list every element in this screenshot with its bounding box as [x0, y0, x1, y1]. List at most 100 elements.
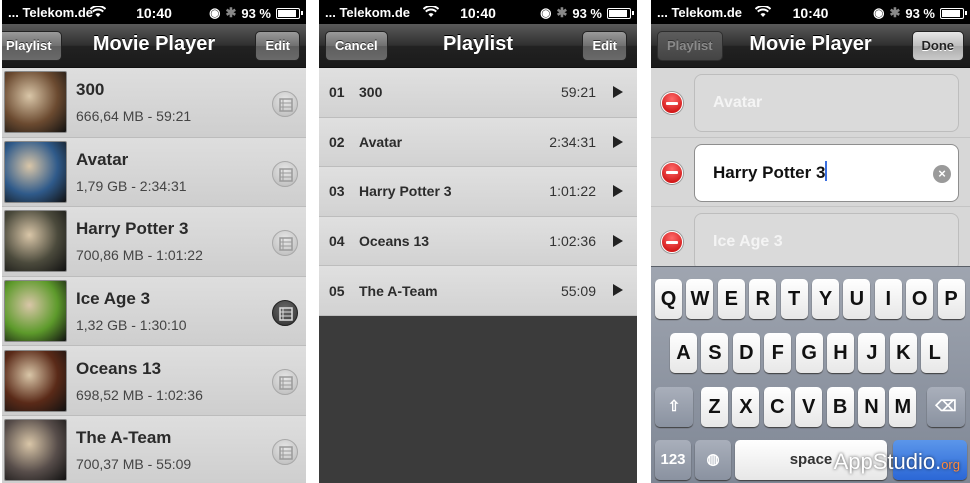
edit-button[interactable]: Edit: [255, 31, 300, 61]
key-l[interactable]: L: [921, 333, 949, 373]
playlist-row[interactable]: 03 Harry Potter 3 1:01:22: [319, 167, 637, 217]
status-bar: ... Telekom.de 10:40 ◉ ✱ 93 %: [319, 0, 637, 24]
play-icon[interactable]: [613, 284, 623, 297]
key-q[interactable]: Q: [655, 279, 682, 319]
movie-thumbnail: [4, 140, 67, 203]
play-icon[interactable]: [613, 185, 623, 198]
clear-icon[interactable]: ×: [933, 164, 951, 183]
movie-row[interactable]: The A-Team 700,37 MB - 55:09: [2, 415, 306, 483]
movie-row[interactable]: 300 666,64 MB - 59:21: [2, 68, 306, 138]
movie-list: 300 666,64 MB - 59:21 Avatar 1,79 GB - 2:34…: [2, 68, 306, 483]
playlist-row[interactable]: 04 Oceans 13 1:02:36: [319, 216, 637, 267]
key-c[interactable]: C: [763, 387, 791, 427]
movie-meta: 1,79 GB - 2:34:31: [76, 177, 187, 194]
key-t[interactable]: T: [780, 279, 808, 319]
movie-meta: 666,64 MB - 59:21: [76, 108, 192, 125]
key-f[interactable]: F: [764, 333, 792, 373]
watermark: AppStudio.org: [833, 449, 960, 474]
movie-row[interactable]: Ice Age 3 1,32 GB - 1:30:10: [2, 276, 306, 347]
playlist-duration: 2:34:31: [549, 133, 596, 150]
movie-thumbnail: [4, 280, 67, 343]
movie-title: Oceans 13: [76, 358, 162, 378]
add-to-playlist-icon[interactable]: [272, 160, 298, 187]
playlist-row[interactable]: 05 The A-Team 55:09: [319, 266, 637, 316]
movie-row[interactable]: Avatar 1,79 GB - 2:34:31: [2, 137, 306, 208]
lock-rotation-icon: ◉: [209, 5, 221, 20]
key-z[interactable]: Z: [701, 387, 728, 427]
backspace-key[interactable]: ⌫: [927, 387, 965, 427]
key-v[interactable]: V: [795, 387, 823, 427]
shift-key[interactable]: ⇧: [655, 387, 693, 427]
title-input[interactable]: Ice Age 3: [694, 213, 959, 272]
movie-title: Avatar: [76, 149, 129, 169]
key-w[interactable]: W: [686, 279, 714, 319]
key-y[interactable]: Y: [812, 279, 839, 319]
delete-icon[interactable]: [661, 92, 683, 114]
movie-row[interactable]: Oceans 13 698,52 MB - 1:02:36: [2, 346, 306, 416]
edit-row: Avatar: [651, 68, 970, 138]
carrier-label: ... Telekom.de: [325, 5, 411, 20]
navigation-bar: Cancel Playlist Edit: [319, 24, 637, 68]
keyboard: space ◍ 123 ⌫ M N B V C X Z ⇧ L K J H G F D S A P O I U Y T R E W Q Ap…: [651, 266, 970, 483]
movie-title: The A-Team: [76, 428, 172, 448]
add-to-playlist-icon[interactable]: [272, 230, 298, 257]
key-h[interactable]: H: [827, 333, 854, 373]
key-g[interactable]: G: [795, 333, 823, 373]
add-to-playlist-icon[interactable]: [272, 369, 298, 396]
playlist-row[interactable]: 01 300 59:21: [319, 68, 637, 118]
add-to-playlist-icon[interactable]: [272, 299, 298, 326]
play-icon[interactable]: [613, 234, 623, 247]
movie-thumbnail: [4, 71, 67, 134]
playlist-screen: ... Telekom.de 10:40 ◉ ✱ 93 % Cancel Pla…: [319, 0, 637, 483]
battery-percent: 93 %: [905, 5, 935, 21]
numbers-key[interactable]: 123: [655, 440, 691, 480]
key-d[interactable]: D: [732, 333, 760, 373]
playlist-title: Oceans 13: [359, 233, 430, 250]
delete-icon[interactable]: [661, 161, 683, 184]
key-i[interactable]: I: [874, 279, 902, 319]
playlist-number: 05: [329, 282, 345, 299]
status-bar: ... Telekom.de 10:40 ◉ ✱ 93 %: [651, 0, 970, 24]
wifi-icon: [90, 6, 106, 17]
key-o[interactable]: O: [906, 279, 934, 319]
delete-icon[interactable]: [661, 231, 683, 254]
globe-icon[interactable]: ◍: [695, 440, 731, 480]
key-m[interactable]: M: [889, 387, 917, 427]
bluetooth-icon: ✱: [225, 5, 237, 20]
movie-row[interactable]: Harry Potter 3 700,86 MB - 1:01:22: [2, 207, 306, 277]
key-e[interactable]: E: [717, 279, 745, 319]
text-caret: [825, 160, 828, 181]
carrier-label: ... Telekom.de: [657, 5, 743, 20]
edit-screen: ... Telekom.de 10:40 ◉ ✱ 93 % Playlist M…: [651, 0, 970, 483]
edit-row: Harry Potter 3 ×: [651, 137, 970, 208]
play-icon[interactable]: [613, 135, 623, 148]
carrier-label: ... Telekom.de: [8, 5, 94, 20]
navigation-bar: Playlist Movie Player Edit: [2, 24, 306, 68]
playlist-row[interactable]: 02 Avatar 2:34:31: [319, 117, 637, 168]
movie-meta: 700,37 MB - 55:09: [76, 456, 192, 473]
edit-button[interactable]: Edit: [582, 31, 627, 61]
title-input[interactable]: Avatar: [694, 74, 959, 132]
title-input[interactable]: Harry Potter 3 ×: [694, 143, 959, 202]
key-a[interactable]: A: [670, 333, 697, 373]
key-j[interactable]: J: [858, 333, 886, 373]
playlist-title: Harry Potter 3: [359, 183, 452, 200]
key-s[interactable]: S: [701, 333, 729, 373]
key-x[interactable]: X: [732, 387, 760, 427]
key-b[interactable]: B: [826, 387, 854, 427]
navigation-bar: Playlist Movie Player Done: [651, 24, 970, 68]
add-to-playlist-icon[interactable]: [272, 91, 298, 117]
key-u[interactable]: U: [843, 279, 871, 319]
key-n[interactable]: N: [858, 387, 885, 427]
movie-thumbnail: [4, 349, 67, 412]
key-k[interactable]: K: [889, 333, 917, 373]
done-button[interactable]: Done: [911, 31, 964, 61]
movie-list-screen: ... Telekom.de 10:40 ◉ ✱ 93 % Playlist M…: [2, 0, 306, 483]
add-to-playlist-icon[interactable]: [272, 438, 298, 465]
playlist-number: 04: [329, 233, 345, 250]
battery-percent: 93 %: [572, 5, 602, 21]
key-r[interactable]: R: [749, 279, 777, 319]
key-p[interactable]: P: [937, 279, 965, 319]
play-icon[interactable]: [613, 86, 623, 98]
movie-title: Ice Age 3: [76, 289, 151, 309]
